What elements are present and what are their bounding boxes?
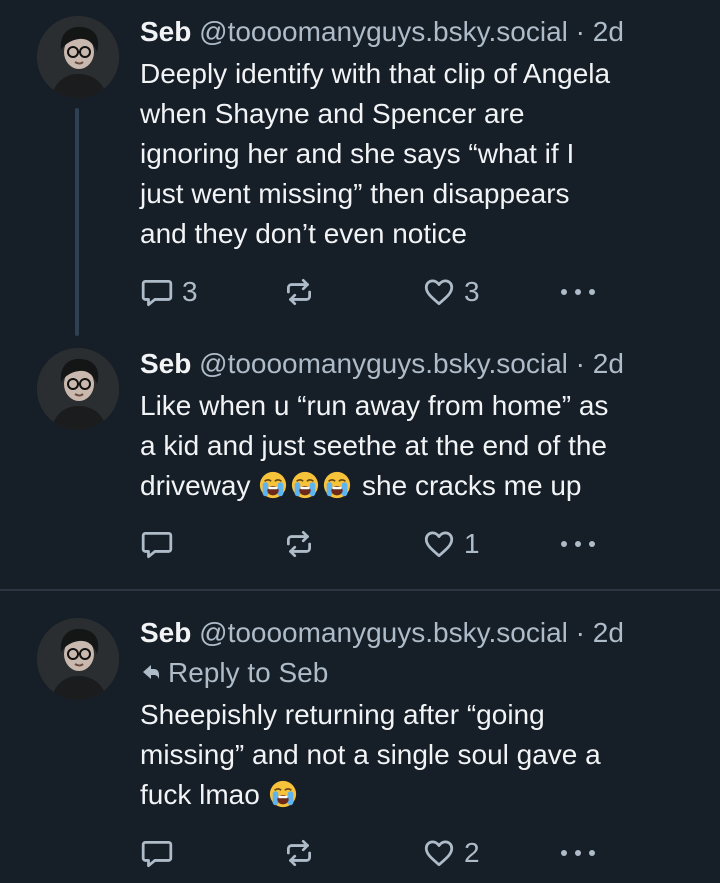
repost-arrows-icon	[282, 527, 316, 561]
separator-dot: ·	[575, 16, 585, 47]
post-content: Seb @toooomanyguys.bsky.social · 2d Deep…	[140, 14, 702, 254]
post-text: Sheepishly returning after “going missin…	[140, 695, 702, 815]
like-count: 3	[464, 276, 480, 307]
repost-button[interactable]	[282, 274, 316, 310]
author-name[interactable]: Seb	[140, 16, 191, 47]
post-3[interactable]: Seb @toooomanyguys.bsky.social · 2d Repl…	[0, 591, 720, 883]
separator-dot: ·	[575, 617, 585, 648]
post-2[interactable]: Seb @toooomanyguys.bsky.social · 2d Like…	[0, 340, 720, 590]
post-time[interactable]: 2d	[593, 617, 624, 648]
post-text: Like when u “run away from home” as a ki…	[140, 386, 702, 506]
heart-outline-icon	[422, 836, 456, 870]
crying-face-emoji	[258, 470, 288, 500]
heart-outline-icon	[422, 275, 456, 309]
post-text-line: and they don’t even notice	[140, 218, 467, 249]
post-text-line: a kid and just seethe at the end of the	[140, 430, 608, 461]
author-name[interactable]: Seb	[140, 348, 191, 379]
separator-dot: ·	[575, 348, 585, 379]
like-count: 1	[464, 528, 480, 559]
more-options-button[interactable]	[558, 274, 598, 310]
ellipsis-icon	[558, 286, 598, 298]
author-name[interactable]: Seb	[140, 617, 191, 648]
crying-face-emoji	[268, 779, 298, 809]
crying-face-emoji	[290, 470, 320, 500]
post-content: Seb @toooomanyguys.bsky.social · 2d Repl…	[140, 615, 702, 815]
speech-bubble-icon	[140, 275, 174, 309]
repost-button[interactable]	[282, 835, 316, 871]
post-text-line: missing” and not a single soul gave a	[140, 739, 601, 770]
reply-to-link[interactable]: Reply to Seb	[140, 655, 702, 691]
more-options-button[interactable]	[558, 526, 598, 562]
post-time[interactable]: 2d	[593, 348, 624, 379]
post-header: Seb @toooomanyguys.bsky.social · 2d	[140, 14, 702, 50]
post-header: Seb @toooomanyguys.bsky.social · 2d	[140, 346, 702, 382]
post-header: Seb @toooomanyguys.bsky.social · 2d	[140, 615, 702, 651]
reply-button[interactable]	[140, 526, 174, 562]
repost-arrows-icon	[282, 836, 316, 870]
post-text-fragment: fuck lmao	[140, 779, 260, 810]
post-actions: 1	[140, 526, 610, 562]
crying-face-emoji	[322, 470, 352, 500]
post-text-fragment: she cracks me up	[362, 470, 582, 501]
post-text: Deeply identify with that clip of Angela…	[140, 54, 702, 254]
repost-arrows-icon	[282, 275, 316, 309]
post-1[interactable]: Seb @toooomanyguys.bsky.social · 2d Deep…	[0, 0, 720, 340]
author-handle[interactable]: @toooomanyguys.bsky.social	[199, 617, 568, 648]
like-button[interactable]: 2	[422, 835, 480, 871]
author-handle[interactable]: @toooomanyguys.bsky.social	[199, 16, 568, 47]
reply-button[interactable]: 3	[140, 274, 198, 310]
post-text-line: ignoring her and she says “what if I	[140, 138, 575, 169]
more-options-button[interactable]	[558, 835, 598, 871]
post-text-line: driveway she cracks me up	[140, 466, 702, 506]
reply-arrow-icon	[143, 665, 159, 679]
like-button[interactable]: 3	[422, 274, 480, 310]
avatar[interactable]	[37, 348, 119, 430]
like-count: 2	[464, 837, 480, 868]
author-handle[interactable]: @toooomanyguys.bsky.social	[199, 348, 568, 379]
like-button[interactable]: 1	[422, 526, 480, 562]
reply-to-label: Reply to Seb	[168, 657, 329, 688]
post-text-line: just went missing” then disappears	[140, 178, 570, 209]
avatar[interactable]	[37, 16, 119, 98]
reply-button[interactable]	[140, 835, 174, 871]
post-text-line: Like when u “run away from home” as	[140, 390, 609, 421]
post-text-line: Deeply identify with that clip of Angela	[140, 58, 611, 89]
heart-outline-icon	[422, 527, 456, 561]
reply-count: 3	[182, 276, 198, 307]
ellipsis-icon	[558, 538, 598, 550]
post-text-fragment: driveway	[140, 470, 251, 501]
avatar[interactable]	[37, 618, 119, 700]
post-content: Seb @toooomanyguys.bsky.social · 2d Like…	[140, 346, 702, 506]
speech-bubble-icon	[140, 836, 174, 870]
ellipsis-icon	[558, 847, 598, 859]
repost-button[interactable]	[282, 526, 316, 562]
post-actions: 3 3	[140, 274, 610, 310]
post-actions: 2	[140, 835, 610, 871]
post-text-line: fuck lmao	[140, 775, 702, 815]
thread-line	[75, 108, 79, 336]
post-time[interactable]: 2d	[593, 16, 624, 47]
speech-bubble-icon	[140, 527, 174, 561]
post-text-line: when Shayne and Spencer are	[140, 98, 525, 129]
post-text-line: Sheepishly returning after “going	[140, 699, 545, 730]
